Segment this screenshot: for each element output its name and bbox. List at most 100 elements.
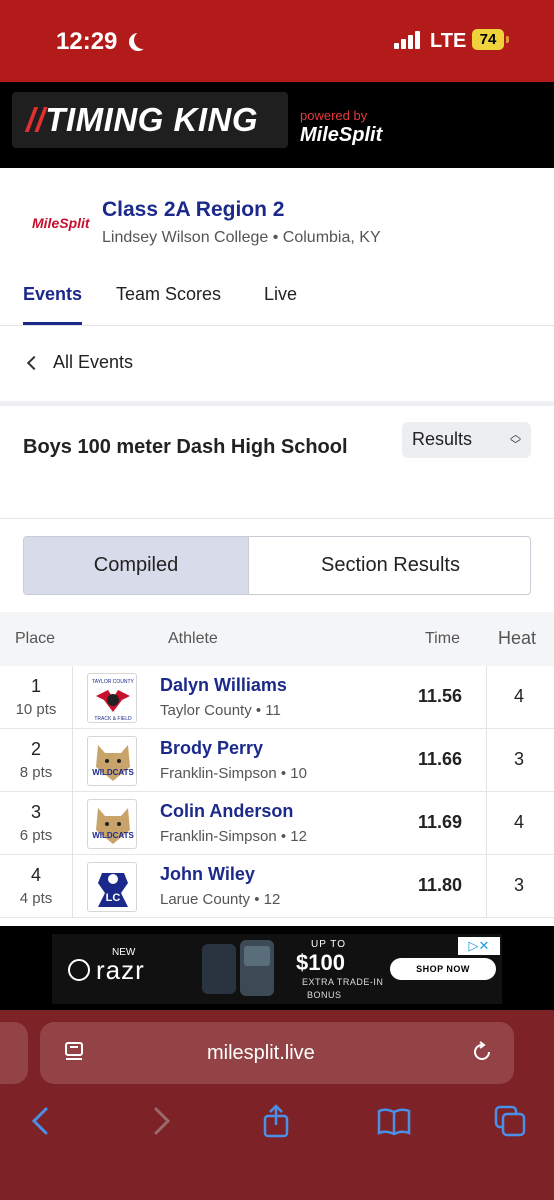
ad-line1: EXTRA TRADE-IN — [302, 977, 384, 987]
logo-text: WILDCATS — [92, 768, 134, 777]
phone-image-icon — [202, 940, 274, 996]
tab-events[interactable]: Events — [23, 284, 82, 305]
segment-compiled[interactable]: Compiled — [24, 537, 248, 594]
header-athlete: Athlete — [168, 630, 218, 647]
cell-divider — [486, 666, 487, 729]
all-events-label: All Events — [53, 352, 134, 372]
cell-divider — [486, 855, 487, 918]
logo-text: WILDCATS — [92, 831, 134, 840]
athlete-name[interactable]: Colin Anderson — [160, 801, 293, 822]
cell-divider — [72, 792, 73, 855]
ad-choices-icon[interactable]: ▷✕ — [458, 937, 500, 955]
athlete-name[interactable]: Brody Perry — [160, 738, 263, 759]
cellular-signal-icon — [394, 31, 424, 49]
place-value: 1 — [30, 676, 41, 696]
ad-upto: UP TO — [311, 939, 347, 950]
cell-divider — [486, 792, 487, 855]
cell-divider — [72, 729, 73, 792]
ad-brand: razr — [96, 955, 145, 985]
view-toggle: Compiled Section Results — [23, 536, 531, 595]
battery-icon: 74 — [472, 29, 504, 50]
all-events-link[interactable]: All Events — [0, 327, 554, 401]
forward-icon[interactable] — [142, 1103, 178, 1139]
result-time: 11.66 — [417, 749, 462, 769]
previous-tab-stub[interactable] — [0, 1022, 28, 1084]
meet-location: Lindsey Wilson College • Columbia, KY — [102, 229, 381, 246]
athlete-name[interactable]: John Wiley — [160, 864, 255, 885]
header-time: Time — [425, 630, 460, 647]
results-select[interactable]: Results ︿ ﹀ — [402, 422, 531, 458]
result-time: 11.56 — [417, 686, 462, 706]
place-value: 2 — [30, 739, 41, 759]
site-header: //TIMING KING powered by MileSplit — [0, 82, 554, 168]
divider — [0, 518, 554, 519]
athlete-team: Franklin-Simpson • 12 — [160, 828, 307, 845]
header-heat: Heat — [498, 628, 537, 648]
bookmarks-icon[interactable] — [376, 1103, 412, 1139]
points-value: 8 pts — [19, 764, 53, 781]
heat-value: 3 — [513, 749, 524, 769]
section-divider — [0, 401, 554, 406]
table-row[interactable]: 2 8 pts WILDCATS Brody Perry Franklin-Si… — [0, 729, 554, 792]
powered-by-label: powered by — [300, 108, 368, 123]
network-type: LTE — [430, 30, 467, 52]
url-text[interactable]: milesplit.live — [207, 1042, 315, 1065]
heat-value: 3 — [513, 875, 524, 895]
place-value: 4 — [30, 865, 41, 885]
wildcats-logo: WILDCATS — [87, 736, 137, 786]
status-time: 12:29 — [56, 28, 118, 55]
chevron-left-icon — [26, 355, 42, 371]
table-row[interactable]: 4 4 pts LC John Wiley Larue County • 12 … — [0, 855, 554, 918]
event-title: Boys 100 meter Dash High School — [23, 436, 348, 458]
logo-text: LC — [106, 892, 121, 904]
logo-text-bottom: TRACK & FIELD — [94, 716, 132, 722]
points-value: 10 pts — [15, 701, 57, 718]
table-row[interactable]: 1 10 pts TAYLOR COUNTY TRACK & FIELD Dal… — [0, 666, 554, 729]
milesplit-meet-logo: MileSplit — [32, 215, 90, 231]
active-tab-indicator — [23, 322, 82, 325]
timing-king-logo[interactable]: //TIMING KING — [12, 92, 288, 148]
tabs-icon[interactable] — [492, 1103, 528, 1139]
logo-slashes: // — [26, 101, 46, 138]
ad-amount: $100 — [296, 950, 345, 975]
battery-tip — [506, 36, 509, 43]
athlete-team: Taylor County • 11 — [160, 702, 281, 719]
results-select-value: Results — [412, 429, 473, 449]
focus-moon-icon — [134, 31, 152, 49]
table-header: Place Athlete Time Heat — [0, 612, 554, 666]
cell-divider — [72, 666, 73, 729]
cell-divider — [72, 855, 73, 918]
table-row[interactable]: 3 6 pts WILDCATS Colin Anderson Franklin… — [0, 792, 554, 855]
chevron-up-down-icon: ︿ ﹀ — [510, 429, 521, 451]
tab-team-scores[interactable]: Team Scores — [116, 284, 221, 305]
result-time: 11.80 — [417, 875, 462, 895]
segment-section-results[interactable]: Section Results — [249, 537, 530, 594]
tab-live[interactable]: Live — [264, 284, 297, 305]
heat-value: 4 — [513, 812, 524, 832]
place-value: 3 — [30, 802, 41, 822]
back-icon[interactable] — [24, 1103, 60, 1139]
athlete-team: Franklin-Simpson • 10 — [160, 765, 307, 782]
header-place: Place — [15, 630, 56, 647]
motorola-logo-icon — [68, 959, 90, 981]
logo-text-top: TAYLOR COUNTY — [92, 679, 134, 685]
meet-title[interactable]: Class 2A Region 2 — [102, 198, 284, 222]
reader-icon[interactable] — [64, 1041, 84, 1063]
share-icon[interactable] — [258, 1103, 294, 1139]
wildcats-logo: WILDCATS — [87, 799, 137, 849]
milesplit-brand: MileSplit — [300, 124, 383, 146]
athlete-name[interactable]: Dalyn Williams — [160, 675, 287, 696]
ad-line2: BONUS — [307, 990, 342, 1000]
points-value: 6 pts — [19, 827, 53, 844]
status-bar: 12:29 LTE 74 — [0, 0, 554, 82]
points-value: 4 pts — [19, 890, 53, 907]
reload-icon[interactable] — [471, 1041, 493, 1063]
cell-divider — [486, 729, 487, 792]
ad-shop-now-button[interactable]: SHOP NOW — [390, 958, 496, 980]
meet-tabs: Events Team Scores Live — [0, 270, 554, 326]
larue-county-logo: LC — [87, 862, 137, 912]
logo-text: TIMING KING — [45, 101, 258, 138]
taylor-county-logo: TAYLOR COUNTY TRACK & FIELD — [87, 673, 137, 723]
results-table: Place Athlete Time Heat 1 10 pts TAYLOR … — [0, 612, 554, 918]
result-time: 11.69 — [417, 812, 462, 832]
